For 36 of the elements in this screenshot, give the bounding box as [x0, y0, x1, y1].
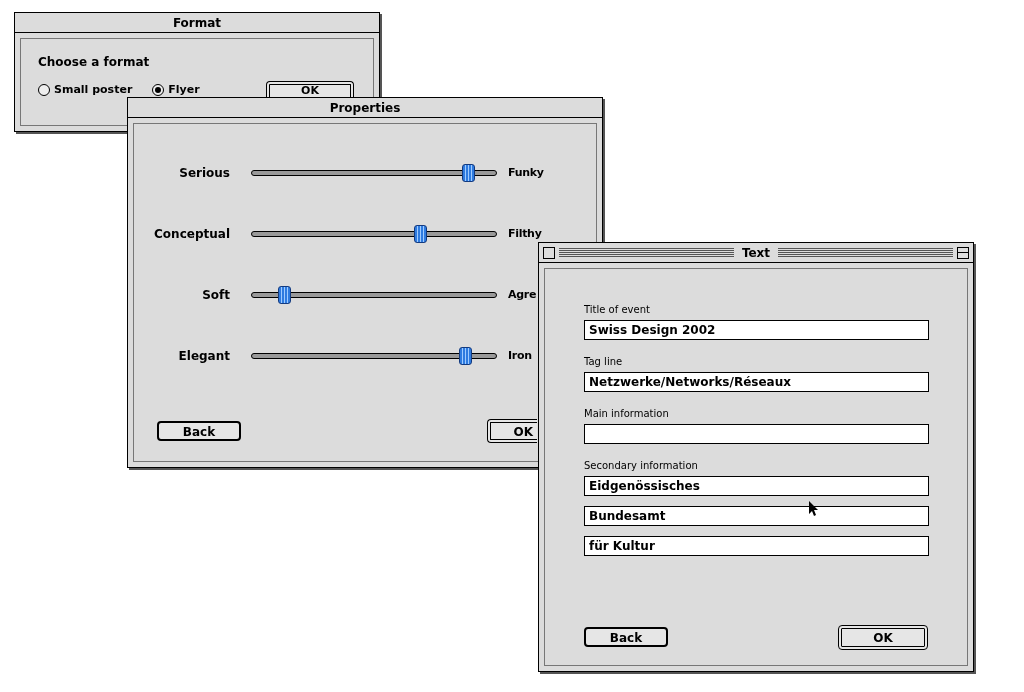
slider-label: Agre: [508, 286, 537, 303]
text-field[interactable]: Eidgenössisches: [584, 476, 929, 496]
window-title: Properties: [328, 101, 402, 114]
slider-label: Soft: [201, 287, 230, 304]
slider-label: Elegant: [177, 348, 230, 365]
field-label: Secondary information: [584, 459, 699, 473]
pointer-icon: [809, 501, 820, 517]
field-label: Tag line: [584, 355, 624, 369]
collapse-box-icon[interactable]: [957, 246, 969, 259]
ok-button[interactable]: OK: [487, 419, 537, 443]
window-title: Text: [740, 246, 772, 259]
slider-label: Filthy: [508, 225, 542, 242]
slider-thumb[interactable]: [277, 286, 291, 304]
window-title: Format: [171, 16, 223, 29]
back-button[interactable]: Back: [584, 627, 668, 647]
slider-label: Funky: [508, 164, 544, 181]
slider-label: Serious: [178, 165, 230, 182]
text-field[interactable]: Swiss Design 2002: [584, 320, 929, 340]
slider-label: Conceptual: [153, 226, 230, 243]
slider-thumb[interactable]: [461, 164, 475, 182]
ok-button[interactable]: OK: [838, 625, 928, 650]
ok-button[interactable]: OK: [266, 81, 354, 97]
close-box-icon[interactable]: [543, 246, 555, 259]
radio-option[interactable]: Small poster: [38, 83, 133, 96]
text-field[interactable]: Netzwerke/Networks/Réseaux: [584, 372, 929, 392]
back-button[interactable]: Back: [157, 421, 241, 441]
text-field[interactable]: für Kultur: [584, 536, 929, 556]
field-label: Title of event: [584, 303, 651, 317]
field-label: Main information: [584, 407, 670, 421]
prompt-text: Choose a format: [38, 54, 150, 71]
slider-thumb[interactable]: [413, 225, 427, 243]
text-field[interactable]: Bundesamt: [584, 506, 929, 526]
radio-option[interactable]: Flyer: [152, 83, 200, 96]
slider-thumb[interactable]: [459, 347, 473, 365]
slider-label: Iron: [508, 347, 532, 364]
text-field[interactable]: [584, 424, 929, 444]
